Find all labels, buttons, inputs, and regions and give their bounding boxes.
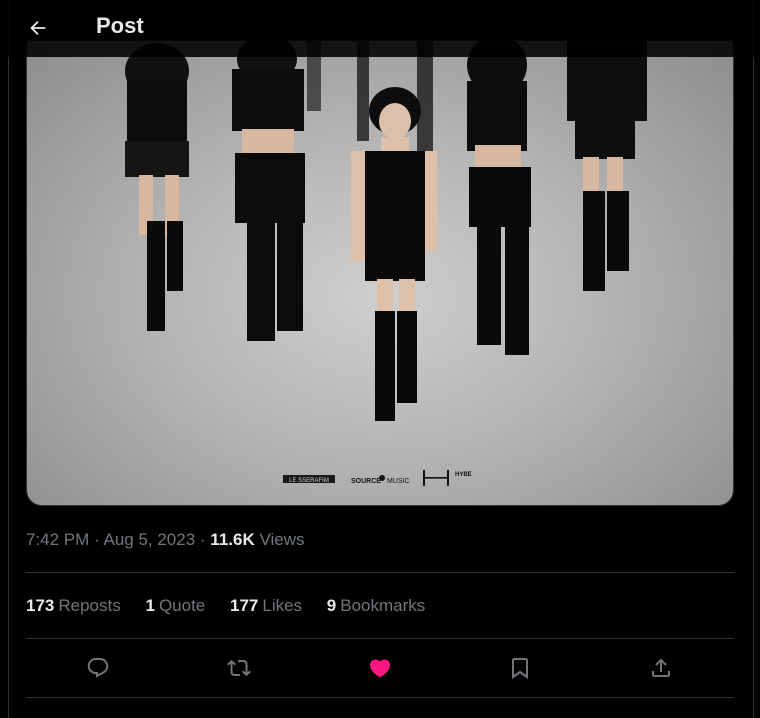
views-label: Views [259, 530, 305, 549]
action-bar [26, 646, 734, 690]
post-time[interactable]: 7:42 PM [26, 530, 89, 549]
member-figure-2 [232, 41, 305, 341]
svg-text:LE SSERAFIM: LE SSERAFIM [289, 478, 329, 484]
likes-stat[interactable]: 177 Likes [230, 596, 302, 616]
heart-icon [369, 659, 391, 678]
divider [26, 638, 734, 639]
likes-label: Likes [262, 596, 303, 615]
member-figure-1 [125, 43, 189, 331]
bookmark-button[interactable] [498, 646, 542, 690]
svg-text:MUSIC: MUSIC [387, 478, 410, 485]
svg-text:HYBE: HYBE [455, 472, 472, 478]
reply-button[interactable] [76, 646, 120, 690]
post-image[interactable]: LE SSERAFIM SOURCE MUSIC HYBE [26, 40, 734, 506]
brand-logos: LE SSERAFIM SOURCE MUSIC HYBE [283, 470, 472, 486]
bookmarks-stat[interactable]: 9 Bookmarks [327, 596, 426, 616]
arrow-left-icon [30, 20, 46, 36]
engagement-stats: 173 Reposts 1 Quote 177 Likes 9 Bookmarks [26, 596, 445, 616]
quotes-label: Quote [158, 596, 206, 615]
likes-count: 177 [230, 596, 259, 615]
share-button[interactable] [639, 646, 683, 690]
quotes-stat[interactable]: 1 Quote [145, 596, 205, 616]
member-figure-4 [467, 41, 531, 355]
post-header: Post [0, 0, 754, 57]
divider [26, 572, 734, 573]
meta-separator: · [89, 530, 104, 549]
like-button[interactable] [358, 646, 402, 690]
group-photo: LE SSERAFIM SOURCE MUSIC HYBE [125, 41, 647, 486]
bookmark-icon [512, 658, 528, 679]
views-count: 11.6K [210, 530, 255, 549]
back-button[interactable] [20, 10, 56, 46]
svg-text:SOURCE: SOURCE [351, 478, 381, 485]
repost-button[interactable] [217, 646, 261, 690]
bookmarks-count: 9 [326, 596, 337, 615]
repost-icon [227, 659, 251, 677]
column-border-right [753, 0, 754, 718]
member-figure-5 [567, 41, 647, 291]
column-border-left [8, 0, 9, 718]
post-date[interactable]: Aug 5, 2023 [103, 530, 195, 549]
share-icon [652, 658, 670, 677]
divider [26, 697, 734, 698]
meta-separator: · [195, 530, 211, 549]
reply-icon [87, 658, 109, 678]
post-meta: 7:42 PM · Aug 5, 2023 · 11.6K Views [26, 530, 305, 550]
reposts-stat[interactable]: 173 Reposts [26, 596, 121, 616]
reposts-label: Reposts [58, 596, 121, 615]
reposts-count: 173 [26, 596, 55, 615]
page-title: Post [96, 13, 144, 38]
quotes-count: 1 [145, 596, 155, 615]
bookmarks-label: Bookmarks [340, 596, 426, 615]
